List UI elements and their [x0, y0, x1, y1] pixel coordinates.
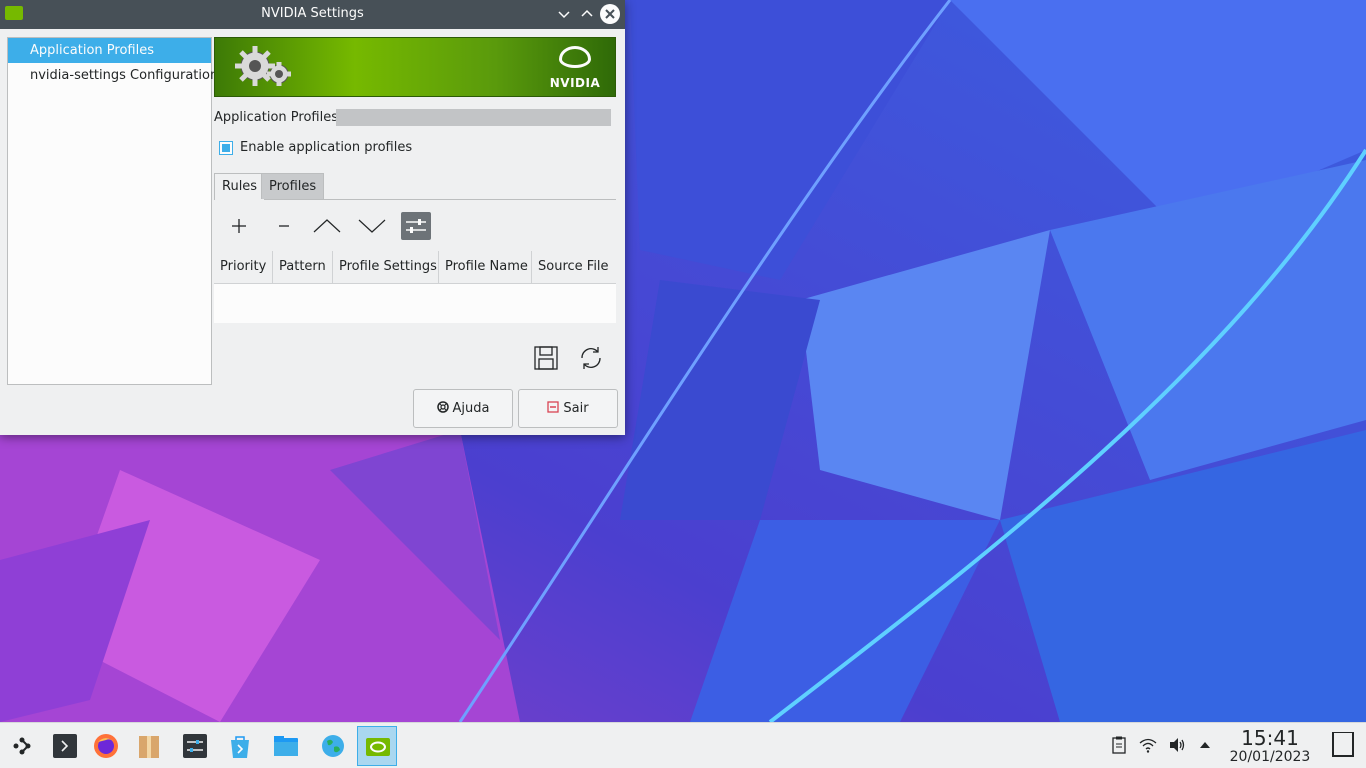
minimize-button[interactable]	[554, 4, 574, 24]
rules-table: Priority Pattern Profile Settings Profil…	[214, 251, 616, 323]
checkbox-checked-mark	[222, 144, 230, 152]
konsole-icon	[53, 734, 77, 758]
taskbar-dolphin[interactable]	[266, 726, 306, 766]
show-hidden-icons-button[interactable]	[1195, 735, 1215, 755]
exit-icon	[547, 401, 560, 413]
section-separator	[336, 109, 611, 126]
nvidia-banner: NVIDIA	[214, 37, 616, 97]
digital-clock[interactable]: 15:41 20/01/2023	[1222, 727, 1318, 766]
reload-button[interactable]	[577, 344, 605, 372]
column-header-priority[interactable]: Priority	[214, 251, 273, 283]
column-header-profile-settings[interactable]: Profile Settings	[333, 251, 439, 283]
dolphin-icon	[274, 736, 298, 756]
sidebar-item-nvidia-settings-configuration[interactable]: nvidia-settings Configuration	[8, 63, 218, 88]
table-body[interactable]	[214, 284, 616, 323]
wifi-icon[interactable]	[1138, 735, 1158, 755]
nvidia-eye-icon	[559, 46, 591, 68]
taskbar: 15:41 20/01/2023	[0, 722, 1366, 768]
save-icon	[534, 346, 558, 370]
chevron-up-icon	[313, 219, 341, 233]
taskbar-globe[interactable]	[313, 726, 353, 766]
taskbar-ark[interactable]	[129, 726, 169, 766]
caret-up-icon	[1200, 742, 1210, 748]
chevron-down-icon	[358, 219, 386, 233]
quit-button-label: Sair	[563, 401, 589, 416]
tab-bar: Rules Profiles	[214, 173, 616, 200]
edit-rule-button[interactable]	[401, 212, 431, 240]
enable-profiles-label[interactable]: Enable application profiles	[240, 140, 412, 155]
add-rule-button[interactable]	[224, 212, 254, 240]
nvidia-settings-icon	[366, 738, 390, 756]
clock-date: 20/01/2023	[1229, 749, 1311, 765]
system-settings-icon	[183, 734, 207, 758]
application-launcher[interactable]	[2, 726, 42, 766]
taskbar-system-settings[interactable]	[175, 726, 215, 766]
enable-profiles-checkbox[interactable]	[219, 141, 233, 155]
column-header-pattern[interactable]: Pattern	[273, 251, 333, 283]
tab-profiles[interactable]: Profiles	[261, 173, 325, 199]
plus-icon	[232, 219, 246, 233]
tab-rules[interactable]: Rules	[214, 173, 266, 200]
discover-icon	[231, 736, 249, 758]
column-header-source-file[interactable]: Source File	[532, 251, 616, 283]
volume-icon[interactable]	[1167, 735, 1187, 755]
close-button[interactable]	[600, 4, 620, 24]
chevron-down-icon	[558, 11, 570, 19]
firefox-icon	[94, 734, 118, 758]
taskbar-firefox[interactable]	[86, 726, 126, 766]
sidebar-item-application-profiles[interactable]: Application Profiles	[8, 38, 211, 63]
sidebar: Application Profiles nvidia-settings Con…	[7, 37, 218, 385]
nvidia-logo: NVIDIA	[549, 46, 601, 90]
sliders-icon	[406, 219, 426, 233]
close-icon	[605, 9, 615, 19]
table-header: Priority Pattern Profile Settings Profil…	[214, 251, 616, 284]
quit-button[interactable]: Sair	[518, 389, 618, 428]
move-up-button[interactable]	[312, 212, 342, 240]
help-button-label: Ajuda	[452, 401, 490, 416]
remove-rule-button[interactable]	[269, 212, 299, 240]
chevron-up-icon	[581, 9, 593, 17]
move-down-button[interactable]	[357, 212, 387, 240]
maximize-button[interactable]	[577, 4, 597, 24]
lifebuoy-icon	[436, 401, 449, 413]
refresh-icon	[581, 347, 601, 369]
nvidia-brand-text: NVIDIA	[549, 76, 601, 90]
taskbar-konsole[interactable]	[45, 726, 85, 766]
gears-icon	[235, 46, 291, 86]
taskbar-nvidia-settings[interactable]	[357, 726, 397, 766]
column-header-profile-name[interactable]: Profile Name	[439, 251, 532, 283]
save-button[interactable]	[532, 344, 560, 372]
title-bar[interactable]: NVIDIA Settings	[0, 0, 625, 29]
show-desktop-button[interactable]	[1332, 732, 1354, 757]
window-title: NVIDIA Settings	[261, 6, 364, 21]
minus-icon	[279, 225, 289, 227]
globe-icon	[322, 735, 344, 757]
clipboard-icon[interactable]	[1109, 735, 1129, 755]
application-launcher-icon	[13, 737, 31, 755]
section-label: Application Profiles	[214, 110, 338, 125]
taskbar-discover[interactable]	[220, 726, 260, 766]
ark-icon	[139, 736, 159, 758]
nvidia-settings-window: NVIDIA Settings Application Profiles nvi…	[0, 0, 625, 435]
clock-time: 15:41	[1241, 726, 1299, 750]
help-button[interactable]: Ajuda	[413, 389, 513, 428]
